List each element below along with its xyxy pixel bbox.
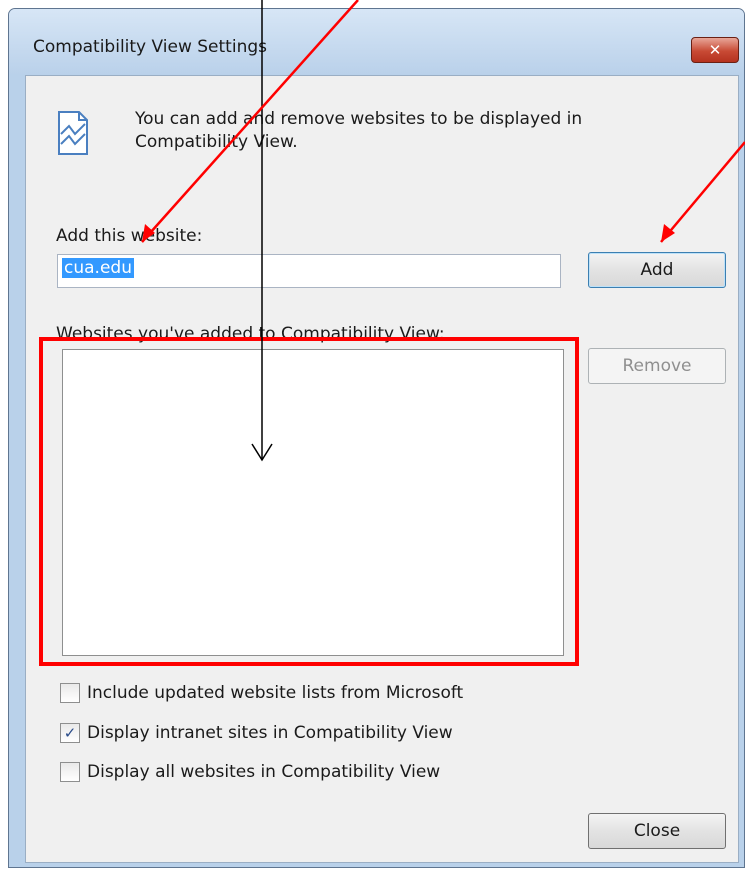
add-website-input-value: cua.edu (62, 258, 134, 278)
close-button[interactable]: Close (588, 813, 726, 849)
option-label: Include updated website lists from Micro… (87, 683, 464, 703)
added-websites-list[interactable] (62, 349, 564, 656)
checkbox-include-updated-lists[interactable] (60, 683, 80, 703)
option-include-updated-lists[interactable]: Include updated website lists from Micro… (60, 683, 463, 703)
title-bar[interactable]: Compatibility View Settings ✕ (9, 9, 744, 74)
info-text-line-2: Compatibility View. (135, 132, 298, 152)
close-icon: ✕ (708, 41, 722, 59)
added-websites-label: Websites you've added to Compatibility V… (56, 324, 445, 344)
option-display-all-websites[interactable]: Display all websites in Compatibility Vi… (60, 762, 440, 782)
dialog-content: You can add and remove websites to be di… (25, 75, 739, 863)
add-website-label: Add this website: (56, 226, 203, 246)
compatibility-view-icon (58, 111, 88, 155)
dialog-window: Compatibility View Settings ✕ You can ad… (8, 8, 745, 868)
info-text-line-1: You can add and remove websites to be di… (135, 109, 583, 129)
option-label: Display all websites in Compatibility Vi… (87, 762, 441, 782)
option-label: Display intranet sites in Compatibility … (87, 723, 453, 743)
window-close-button[interactable]: ✕ (691, 37, 739, 63)
add-website-input[interactable]: cua.edu (57, 254, 561, 288)
checkbox-display-intranet-sites[interactable]: ✓ (60, 723, 80, 743)
window-title: Compatibility View Settings (33, 37, 267, 57)
checkbox-display-all-websites[interactable] (60, 762, 80, 782)
remove-button[interactable]: Remove (588, 348, 726, 384)
add-button[interactable]: Add (588, 252, 726, 288)
option-display-intranet-sites[interactable]: ✓ Display intranet sites in Compatibilit… (60, 723, 453, 743)
